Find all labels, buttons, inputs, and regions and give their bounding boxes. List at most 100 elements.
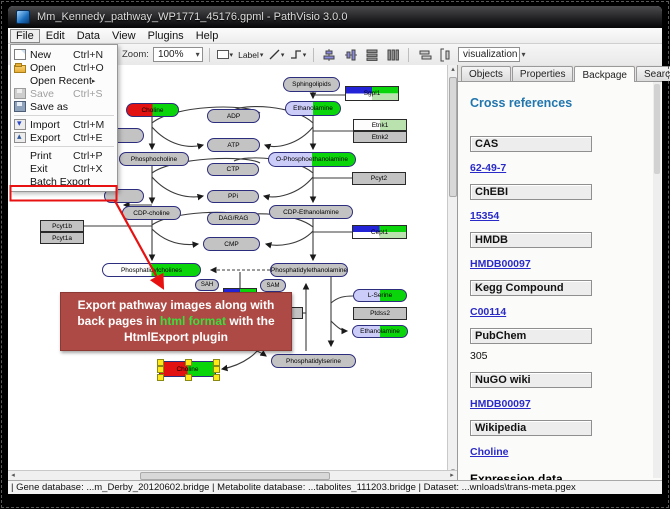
pathway-node-o-phosphoethanolamine[interactable]: O-Phosphoethanolamine [268,152,356,167]
connector-tool-button[interactable]: ▾ [289,46,308,63]
section-value[interactable]: HMDB00097 [470,258,531,270]
align-middle-button[interactable] [342,46,360,63]
backpage-section-pubchem: PubChem305 [470,328,662,362]
menu-bar: FileEditDataViewPluginsHelp [8,28,662,44]
selection-handle[interactable] [185,359,192,366]
pathway-node-cmp[interactable]: CMP [203,237,260,251]
pathway-node-choline[interactable]: Choline [126,103,179,117]
selection-handle[interactable] [157,359,164,366]
file-menu-item-print[interactable]: PrintCtrl+P [11,149,117,162]
line-tool-button[interactable]: ▾ [267,46,285,63]
pathway-node-ppi[interactable]: PPi [207,190,259,203]
title-bar[interactable]: Mm_Kennedy_pathway_WP1771_45176.gpml - P… [8,6,662,28]
menubar-item-help[interactable]: Help [190,29,225,43]
pathway-node-ethanolamine[interactable]: Ethanolamine [352,325,408,338]
pathway-node-phosphocholine[interactable]: Phosphocholine [119,152,189,166]
section-value[interactable]: HMDB00097 [470,398,531,410]
selection-handle[interactable] [157,374,164,381]
selection-handle[interactable] [185,374,192,381]
pathway-node-ptdss2[interactable]: Ptdss2 [353,307,407,320]
file-menu-item-open-recent[interactable]: Open Recent▸ [11,74,117,87]
file-menu-item-import[interactable]: ImportCtrl+M [11,118,117,131]
pathway-node-pcyt1b[interactable]: Pcyt1b [40,220,84,232]
section-value[interactable]: 15354 [470,210,499,222]
pathway-node-cdp-choline[interactable]: CDP-choline [122,206,181,220]
pathway-node-cept1[interactable]: Cept1 [352,225,407,239]
tab-search[interactable]: Search [636,66,670,81]
pathway-node-adp[interactable]: ADP [207,109,260,123]
menu-item-label: Print [30,150,73,162]
pathway-node-sgpl1[interactable]: Sgpl1 [345,86,399,101]
pathway-node-phosphatidylcholines[interactable]: Phosphatidylcholines [102,263,201,277]
pathway-node-sah[interactable]: SAH [195,279,219,291]
section-value[interactable]: 62-49-7 [470,162,506,174]
datanode-tool-button[interactable]: ▾ [216,46,235,63]
align-center-button[interactable] [320,46,338,63]
scroll-right-icon[interactable]: ▸ [447,471,457,480]
file-menu-item-batch-export[interactable]: Batch Export [11,175,117,188]
visualization-combobox[interactable]: visualization ▾ [458,47,520,62]
pathway-node-etnk2[interactable]: Etnk2 [353,131,407,143]
pathway-node-pcyt1a[interactable]: Pcyt1a [40,232,84,244]
cross-references-heading: Cross references [470,96,662,110]
pathway-node-cdp-ethanolamine[interactable]: CDP-Ethanolamine [269,205,353,219]
distribute-horizontal-button[interactable] [363,46,381,63]
file-menu-item-save-as[interactable]: Save as [11,100,117,113]
file-menu-item-open[interactable]: OpenCtrl+O [11,61,117,74]
scrollbar-thumb[interactable] [449,77,457,197]
scrollbar-thumb[interactable] [654,84,660,174]
zoom-combobox[interactable]: 100% ▾ [153,47,203,62]
panel-scrollbar[interactable] [653,82,661,478]
selection-handle[interactable] [157,366,164,373]
tab-objects[interactable]: Objects [461,66,511,81]
pathway-node-phosphatidylserine[interactable]: Phosphatidylserine [271,354,356,368]
section-header: Wikipedia [470,420,592,436]
menu-icon-placeholder [14,163,26,174]
pathway-node-sam[interactable]: SAM [260,279,286,292]
section-value[interactable]: C00114 [470,306,506,318]
side-panel: ObjectsPropertiesBackpageSearchLegend Cr… [457,65,662,480]
pathway-node-etnk1[interactable]: Etnk1 [353,119,407,131]
status-text: | Gene database: ...m_Derby_20120602.bri… [11,482,576,493]
file-menu-item-exit[interactable]: ExitCtrl+X [11,162,117,175]
scroll-up-icon[interactable]: ▴ [448,65,458,74]
pathway-node-choline[interactable]: Choline [159,361,216,377]
file-menu-item-new[interactable]: NewCtrl+N [11,48,117,61]
menubar-item-view[interactable]: View [106,29,142,43]
menubar-item-file[interactable]: File [10,29,40,43]
pathway-node-ethanolamine[interactable]: Ethanolamine [285,101,341,116]
file-menu-item-export[interactable]: ExportCtrl+E [11,131,117,144]
scrollbar-thumb[interactable] [140,472,330,480]
pathway-node-sphingolipids[interactable]: Sphingolipids [283,77,340,92]
canvas-vertical-scrollbar[interactable]: ▴ ▾ [447,65,457,476]
stack-vertical-button[interactable] [415,46,433,63]
window-title: Mm_Kennedy_pathway_WP1771_45176.gpml - P… [37,11,347,23]
stack-horizontal-button[interactable] [437,46,455,63]
label-tool-button[interactable]: Label ▾ [237,46,264,63]
canvas-horizontal-scrollbar[interactable]: ◂ ▸ [8,470,457,480]
pathway-node-pcyt2[interactable]: Pcyt2 [352,172,406,185]
distribute-vertical-button[interactable] [384,46,402,63]
file-menu-item-save[interactable]: SaveCtrl+S [11,87,117,100]
menubar-item-plugins[interactable]: Plugins [142,29,190,43]
node-label: O-Phosphoethanolamine [276,156,348,163]
menubar-item-edit[interactable]: Edit [40,29,71,43]
selection-handle[interactable] [213,374,220,381]
menubar-item-data[interactable]: Data [71,29,106,43]
pathway-node-ctp[interactable]: CTP [207,163,259,176]
selection-handle[interactable] [213,366,220,373]
scroll-left-icon[interactable]: ◂ [8,471,18,480]
menu-item-shortcut: Ctrl+S [73,88,113,100]
backpage-section-wikipedia: Wikipedia Choline [470,420,662,468]
pathway-node-phosphatidylethanolamine[interactable]: Phosphatidylethanolamine [270,263,348,277]
tab-properties[interactable]: Properties [512,66,574,81]
backpage-section-nugo-wiki: NuGO wikiHMDB00097 [470,372,662,420]
selection-handle[interactable] [213,359,220,366]
section-header: ChEBI [470,184,592,200]
pathway-node-l-serine[interactable]: L-Serine [353,289,407,302]
section-value[interactable]: Choline [470,446,509,458]
node-label: Choline [141,107,163,114]
pathway-node-dag-rag[interactable]: DAG/RAG [207,212,260,225]
tab-backpage[interactable]: Backpage [574,66,634,82]
pathway-node-atp[interactable]: ATP [207,138,260,152]
